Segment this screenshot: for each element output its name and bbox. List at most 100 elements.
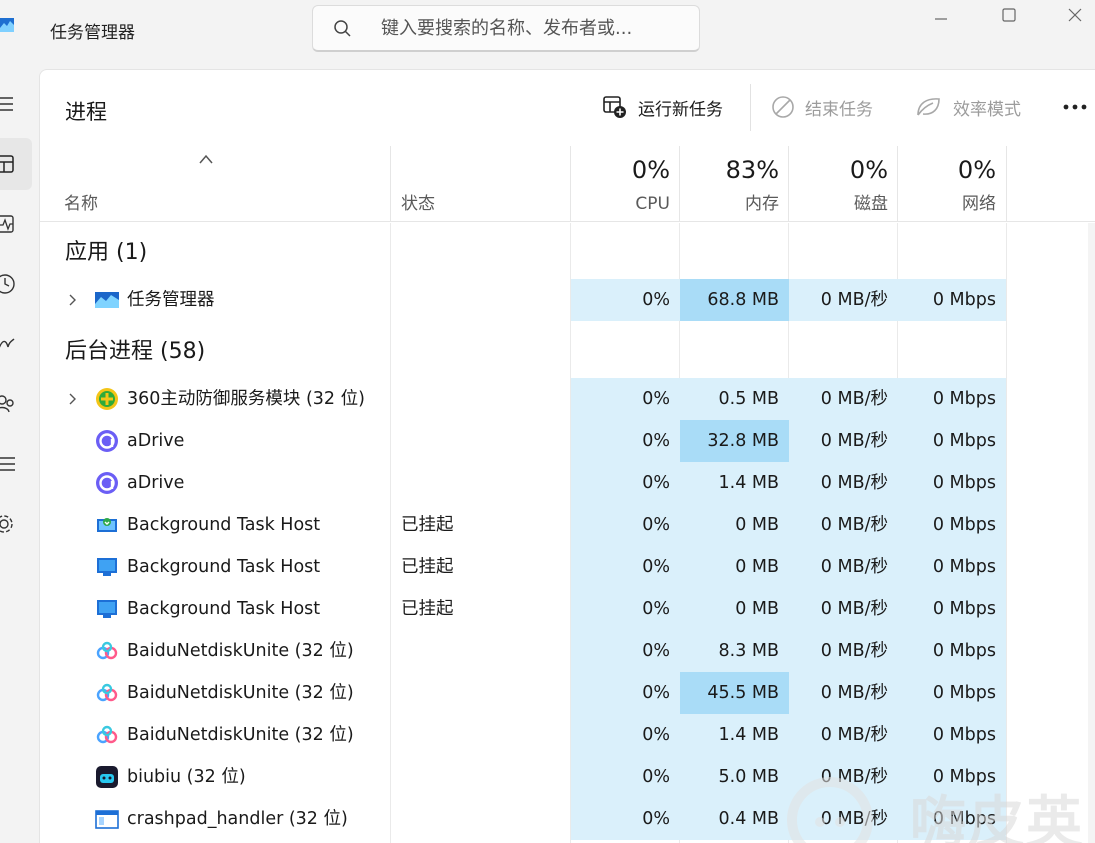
process-network: 0 Mbps	[898, 279, 1006, 321]
startup-speedometer-icon	[0, 338, 15, 348]
process-row[interactable]: Background Task Host 已挂起 0% 0 MB 0 MB/秒 …	[40, 588, 1006, 630]
process-disk: 0 MB/秒	[789, 588, 898, 630]
column-header-cpu[interactable]: 0% CPU	[571, 146, 680, 222]
efficiency-mode-label: 效率模式	[953, 99, 1021, 120]
title-bar: 任务管理器	[0, 0, 1095, 62]
minimize-icon	[935, 18, 947, 20]
nav-menu-toggle[interactable]	[0, 78, 32, 130]
nav-item-users[interactable]	[0, 378, 32, 430]
column-header-name[interactable]: 名称	[40, 146, 390, 222]
process-row[interactable]: aDrive 0% 32.8 MB 0 MB/秒 0 Mbps	[40, 420, 1006, 462]
process-name: Background Task Host	[127, 515, 321, 535]
nav-item-app-history[interactable]	[0, 258, 32, 310]
more-options-button[interactable]	[1060, 92, 1090, 122]
column-name-label: 名称	[64, 194, 98, 214]
process-network: 0 Mbps	[898, 672, 1006, 714]
process-disk: 0 MB/秒	[789, 546, 898, 588]
process-disk: 0 MB/秒	[789, 630, 898, 672]
nav-item-details[interactable]	[0, 438, 32, 490]
background-task-icon	[97, 558, 117, 576]
process-name: BaiduNetdiskUnite (32 位)	[127, 725, 354, 745]
process-row[interactable]: BaiduNetdiskUnite (32 位) 0% 8.3 MB 0 MB/…	[40, 630, 1006, 672]
background-task-icon	[97, 600, 117, 618]
process-network: 0 Mbps	[898, 378, 1006, 420]
process-row[interactable]: Background Task Host 已挂起 0% 0 MB 0 MB/秒 …	[40, 504, 1006, 546]
process-row[interactable]: BaiduNetdiskUnite (32 位) 0% 45.5 MB 0 MB…	[40, 672, 1006, 714]
process-row[interactable]: BaiduNetdiskUnite (32 位) 0% 1.4 MB 0 MB/…	[40, 714, 1006, 756]
column-header-status[interactable]: 状态	[391, 146, 571, 222]
process-row[interactable]: 任务管理器 0% 68.8 MB 0 MB/秒 0 Mbps	[40, 279, 1006, 321]
nav-item-services[interactable]	[0, 498, 32, 550]
column-header-network[interactable]: 0% 网络	[898, 146, 1006, 222]
column-cpu-label: CPU	[635, 194, 670, 214]
run-new-task-icon	[603, 96, 626, 118]
process-status: 已挂起	[401, 599, 454, 619]
process-row[interactable]: biubiu (32 位) 0% 5.0 MB 0 MB/秒 0 Mbps	[40, 756, 1006, 798]
process-name: crashpad_handler (32 位)	[127, 809, 348, 829]
process-name: 360主动防御服务模块 (32 位)	[127, 389, 365, 409]
process-cpu: 0%	[571, 798, 680, 840]
process-row[interactable]: crashpad_handler (32 位) 0% 0.4 MB 0 MB/秒…	[40, 798, 1006, 840]
end-task-icon	[772, 96, 794, 118]
process-memory: 5.0 MB	[680, 756, 789, 798]
search-icon	[334, 20, 351, 37]
process-cpu: 0%	[571, 462, 680, 504]
process-memory: 8.3 MB	[680, 630, 789, 672]
process-disk: 0 MB/秒	[789, 420, 898, 462]
end-task-button[interactable]: 结束任务	[771, 92, 873, 122]
column-header-disk[interactable]: 0% 磁盘	[789, 146, 898, 222]
maximize-icon	[1002, 8, 1016, 22]
column-status-label: 状态	[401, 194, 435, 214]
process-cpu: 0%	[571, 420, 680, 462]
process-network: 0 Mbps	[898, 630, 1006, 672]
chevron-right-icon[interactable]	[66, 391, 80, 407]
process-name: aDrive	[127, 473, 185, 493]
command-bar: 进程 运行新任务 结束任务 效率模式	[40, 70, 1095, 146]
vertical-scrollbar[interactable]	[1088, 223, 1095, 843]
adrive-icon	[96, 472, 118, 494]
nav-item-performance[interactable]	[0, 198, 32, 250]
process-row[interactable]: Background Task Host 已挂起 0% 0 MB 0 MB/秒 …	[40, 546, 1006, 588]
process-disk: 0 MB/秒	[789, 672, 898, 714]
360-shield-icon	[96, 388, 118, 410]
close-button[interactable]	[1052, 0, 1095, 30]
task-manager-icon	[95, 292, 119, 308]
search-box[interactable]	[312, 5, 700, 52]
column-header-row: 名称 状态 0% CPU 83% 内存 0% 磁盘 0% 网络	[40, 146, 1095, 222]
performance-icon	[0, 215, 14, 233]
nav-item-processes[interactable]	[0, 138, 32, 190]
efficiency-mode-button[interactable]: 效率模式	[915, 92, 1021, 122]
process-disk: 0 MB/秒	[789, 378, 898, 420]
process-network: 0 Mbps	[898, 588, 1006, 630]
column-header-memory[interactable]: 83% 内存	[680, 146, 789, 222]
column-divider[interactable]	[1006, 146, 1007, 222]
process-row[interactable]: 360主动防御服务模块 (32 位) 0% 0.5 MB 0 MB/秒 0 Mb…	[40, 378, 1006, 420]
process-memory: 0.4 MB	[680, 798, 789, 840]
process-memory: 0 MB	[680, 546, 789, 588]
process-row[interactable]: aDrive 0% 1.4 MB 0 MB/秒 0 Mbps	[40, 462, 1006, 504]
process-memory: 68.8 MB	[680, 279, 789, 321]
nav-item-startup-apps[interactable]	[0, 318, 32, 370]
chevron-right-icon[interactable]	[66, 292, 80, 308]
grid-line	[1006, 223, 1007, 843]
process-disk: 0 MB/秒	[789, 714, 898, 756]
process-memory: 0.5 MB	[680, 378, 789, 420]
column-network-label: 网络	[962, 194, 996, 214]
process-cpu: 0%	[571, 546, 680, 588]
efficiency-leaf-icon	[917, 98, 940, 116]
page-title: 进程	[65, 100, 107, 124]
memory-total-percent: 83%	[725, 156, 779, 184]
search-input[interactable]	[381, 12, 681, 44]
run-new-task-button[interactable]: 运行新任务	[602, 92, 723, 122]
biubiu-icon	[96, 766, 118, 788]
process-memory: 0 MB	[680, 588, 789, 630]
hamburger-icon	[0, 97, 13, 111]
run-new-task-label: 运行新任务	[638, 99, 723, 120]
process-name: Background Task Host	[127, 599, 321, 619]
process-name: Background Task Host	[127, 557, 321, 577]
process-memory: 32.8 MB	[680, 420, 789, 462]
toolbar-divider	[750, 84, 751, 131]
maximize-button[interactable]	[986, 0, 1032, 30]
process-cpu: 0%	[571, 588, 680, 630]
minimize-button[interactable]	[918, 0, 964, 30]
